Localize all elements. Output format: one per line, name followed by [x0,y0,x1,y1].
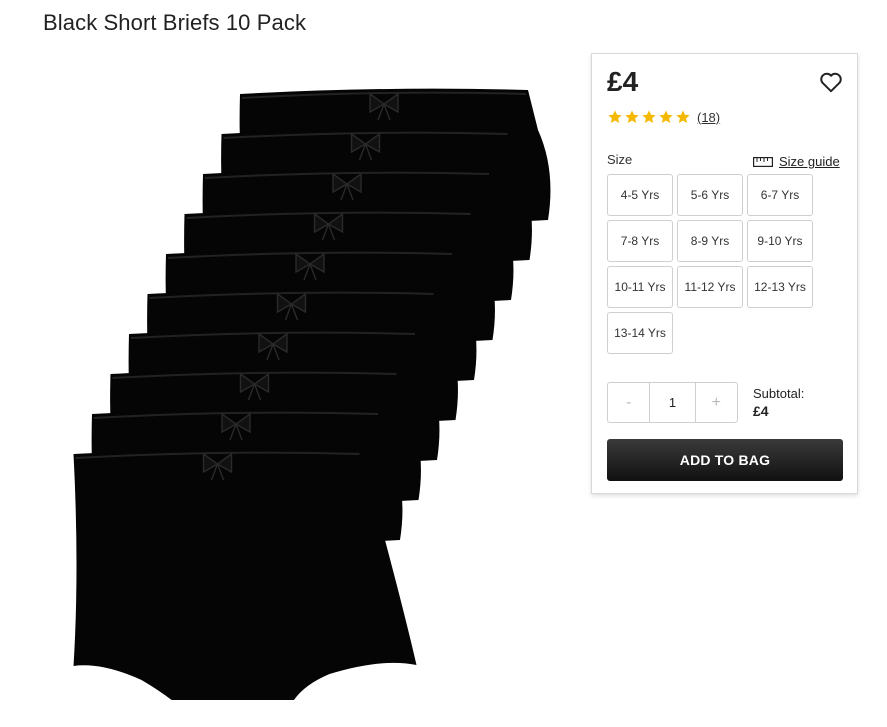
size-option[interactable]: 12-13 Yrs [747,266,813,308]
size-option[interactable]: 13-14 Yrs [607,312,673,354]
size-option[interactable]: 5-6 Yrs [677,174,743,216]
star-icon [608,110,622,123]
add-to-bag-button[interactable]: ADD TO BAG [607,439,843,481]
size-option[interactable]: 6-7 Yrs [747,174,813,216]
heart-icon[interactable] [818,69,844,95]
rating: (18) [607,109,720,125]
size-option[interactable]: 4-5 Yrs [607,174,673,216]
quantity-input[interactable]: 1 [649,383,696,422]
size-option[interactable]: 11-12 Yrs [677,266,743,308]
size-guide-label: Size guide [779,154,840,169]
quantity-stepper: - 1 + [607,382,738,423]
brief-item [73,448,417,700]
size-label: Size [607,152,633,167]
purchase-panel: £4 (18) Size Size guide 4-5 Yrs 5-6 Yrs … [591,53,858,494]
size-option[interactable]: 7-8 Yrs [607,220,673,262]
size-options: 4-5 Yrs 5-6 Yrs 6-7 Yrs 7-8 Yrs 8-9 Yrs … [607,174,813,354]
increase-quantity-button[interactable]: + [696,383,737,422]
price: £4 [607,66,639,97]
size-option[interactable]: 8-9 Yrs [677,220,743,262]
ruler-icon [753,156,773,167]
star-icon [659,110,673,123]
decrease-quantity-button[interactable]: - [608,383,649,422]
review-count-link[interactable]: (18) [697,110,720,125]
size-option[interactable]: 10-11 Yrs [607,266,673,308]
star-icon [676,110,690,123]
product-title: Black Short Briefs 10 Pack [43,10,307,35]
subtotal-label: Subtotal: [753,386,805,401]
size-option[interactable]: 9-10 Yrs [747,220,813,262]
subtotal: Subtotal: £4 [753,386,804,419]
star-icon [642,110,656,123]
size-guide-link[interactable]: Size guide [753,154,840,169]
product-image [73,88,551,700]
star-icon [625,110,639,123]
subtotal-value: £4 [753,403,769,419]
star-rating [607,109,691,125]
